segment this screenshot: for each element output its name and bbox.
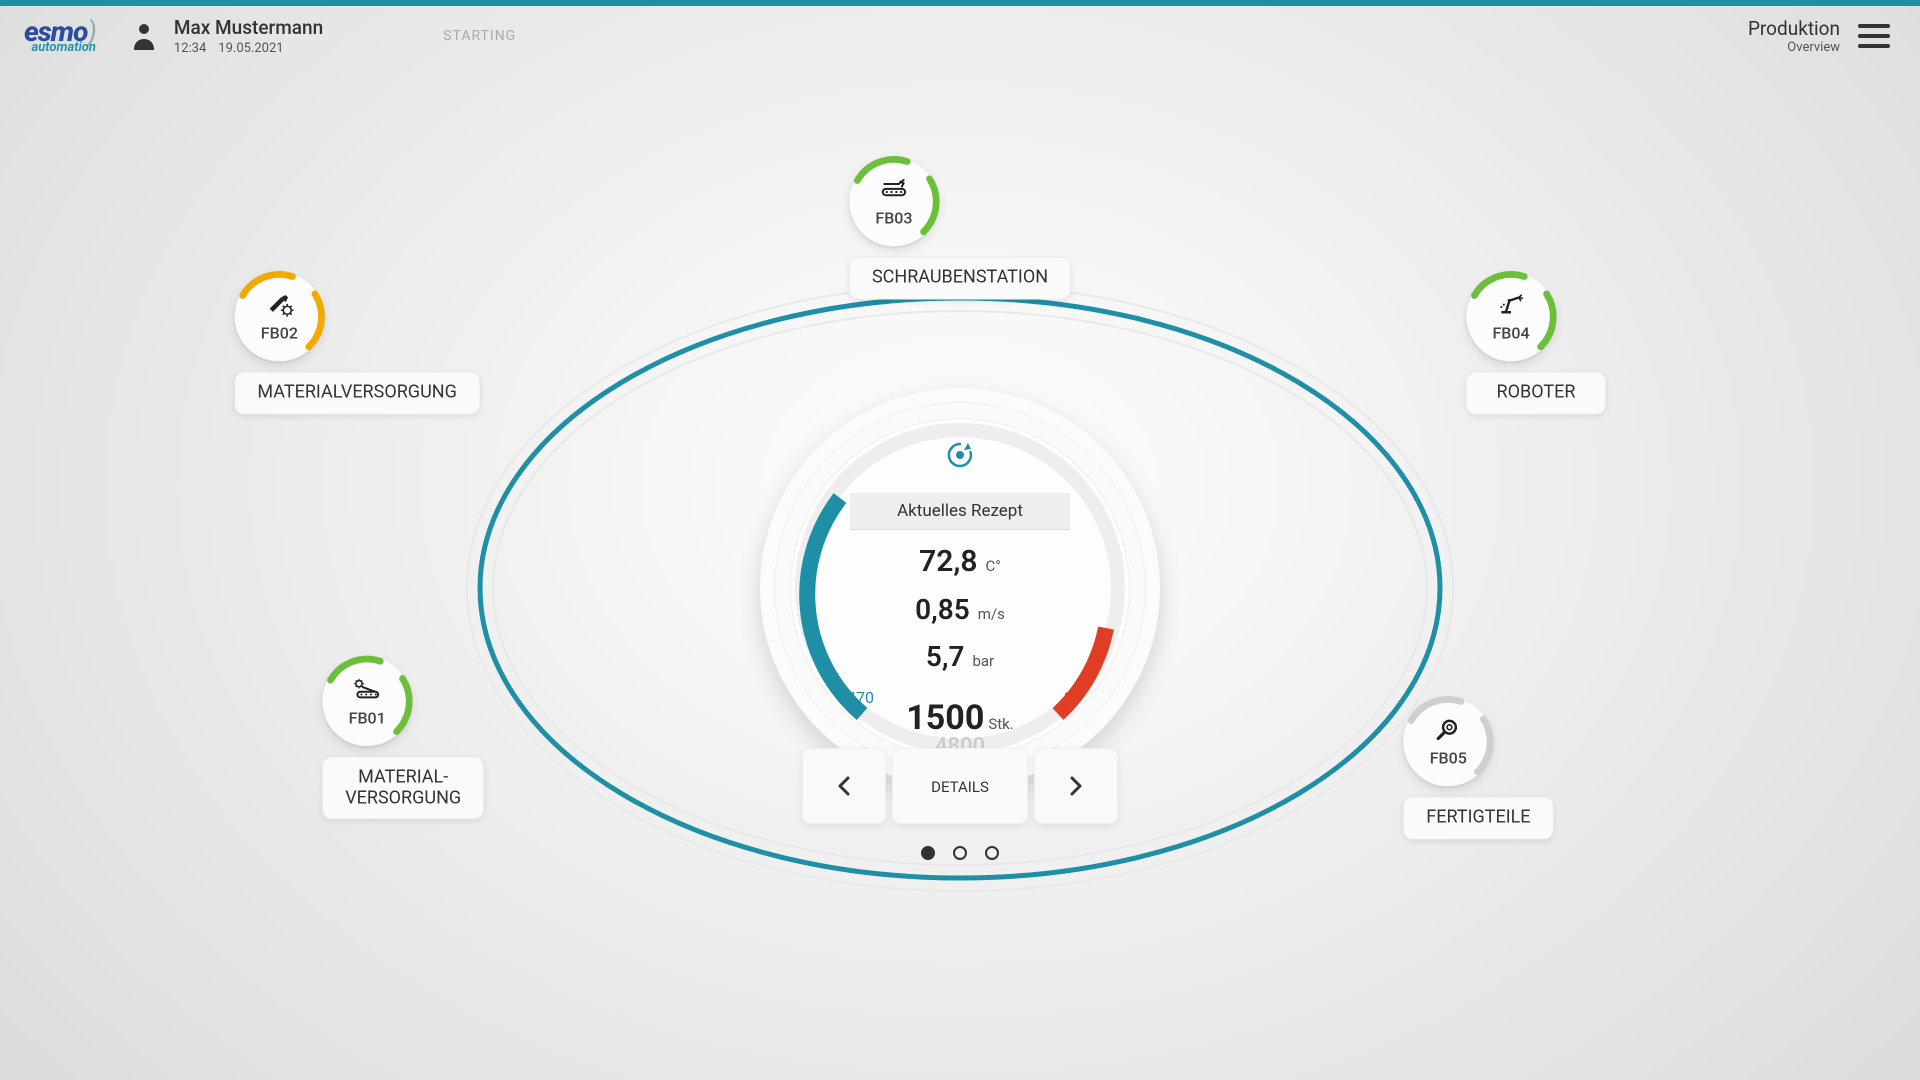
brand-logo: esmo) automation (24, 19, 96, 54)
metric-temperature: 72,8C° (850, 544, 1070, 579)
page-indicator (921, 846, 999, 860)
topbar: esmo) automation Max Mustermann 12:3419.… (0, 6, 1920, 68)
recipe-label[interactable]: Aktuelles Rezept (850, 492, 1070, 530)
bad-count: 30 (1064, 688, 1082, 707)
page-dot-3[interactable] (985, 846, 999, 860)
gauge-nav-row: DETAILS (802, 748, 1118, 824)
station-fb02: FB02 MATERIALVERSORGUNG (234, 272, 479, 415)
station-fb04: FB04 ROBOTER (1466, 272, 1606, 415)
station-node-fb02[interactable]: FB02 (234, 272, 324, 362)
main-canvas: FB03 SCHRAUBENSTATION FB02 MATERIALVERSO… (0, 68, 1920, 1068)
station-label-fb05[interactable]: FERTIGTEILE (1403, 797, 1553, 840)
center-gauge: Aktuelles Rezept 72,8C° 0,85m/s 5,7bar 1… (760, 388, 1160, 788)
details-button[interactable]: DETAILS (892, 748, 1028, 824)
user-block: Max Mustermann 12:3419.05.2021 (132, 16, 323, 56)
station-node-fb01[interactable]: FB01 (322, 656, 412, 746)
page-dot-2[interactable] (953, 846, 967, 860)
user-name: Max Mustermann (174, 16, 323, 39)
prev-button[interactable] (802, 748, 886, 824)
metric-pressure: 5,7bar (850, 640, 1070, 673)
station-label-fb03[interactable]: SCHRAUBENSTATION (849, 257, 1071, 300)
station-label-fb02[interactable]: MATERIALVERSORGUNG (234, 372, 479, 415)
station-fb01: FB01 MATERIAL- VERSORGUNG (322, 656, 484, 819)
page-dot-1[interactable] (921, 846, 935, 860)
machine-status: STARTING (443, 28, 516, 44)
section-indicator: Produktion Overview (1748, 17, 1840, 55)
station-node-fb04[interactable]: FB04 (1466, 272, 1556, 362)
station-fb03: FB03 SCHRAUBENSTATION (849, 157, 1071, 300)
metric-speed: 0,85m/s (850, 593, 1070, 626)
station-label-fb04[interactable]: ROBOTER (1466, 372, 1606, 415)
station-label-fb01[interactable]: MATERIAL- VERSORGUNG (322, 756, 484, 819)
menu-button[interactable] (1858, 24, 1890, 48)
station-fb05: FB05 FERTIGTEILE (1403, 697, 1553, 840)
user-meta: 12:3419.05.2021 (174, 41, 323, 56)
station-node-fb03[interactable]: FB03 (849, 157, 939, 247)
next-button[interactable] (1034, 748, 1118, 824)
user-icon (132, 22, 156, 50)
good-count: 1470 (838, 688, 874, 707)
refresh-icon[interactable] (945, 455, 975, 474)
station-node-fb05[interactable]: FB05 (1403, 697, 1493, 787)
